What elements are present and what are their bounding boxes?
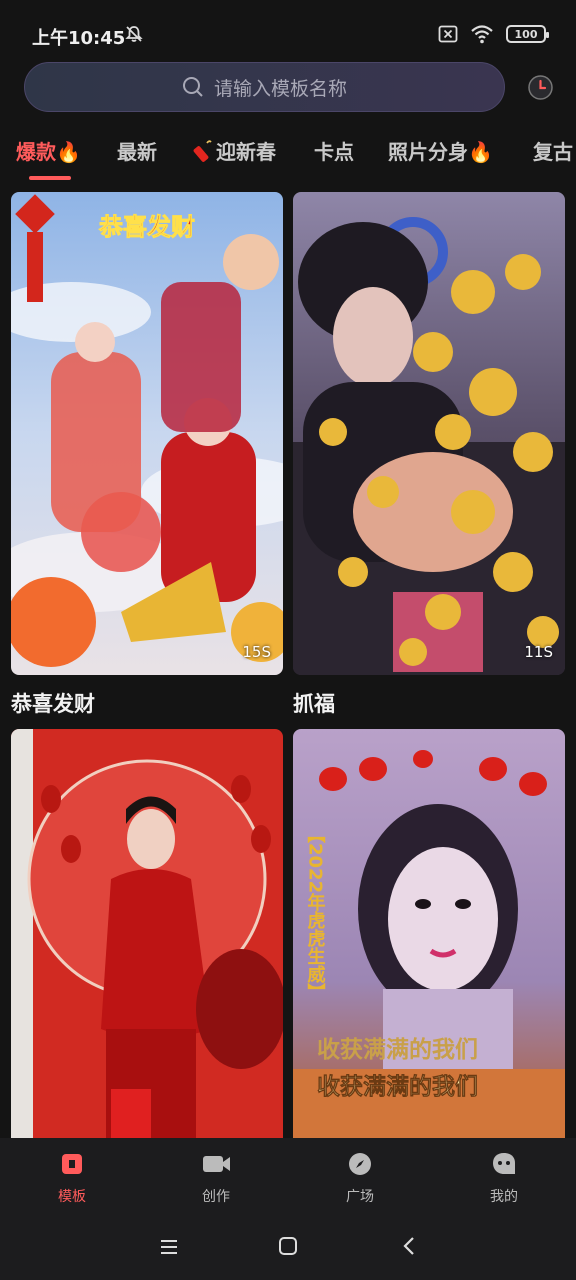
template-title[interactable]: 抓福 <box>293 688 335 718</box>
active-tab-indicator <box>29 176 71 180</box>
duration-label: 11S <box>524 643 553 661</box>
status-time: 上午10:45 <box>32 28 126 49</box>
card-overlay-text: 收获满满的我们 <box>317 1073 478 1100</box>
profile-icon <box>493 1153 515 1174</box>
bottom-navigation: 模板 创作 广场 我的 <box>0 1138 576 1216</box>
card-overlay-text: 恭喜发财 <box>98 213 195 241</box>
back-icon[interactable] <box>400 1236 420 1256</box>
battery-icon: 100 <box>506 25 549 43</box>
history-icon[interactable] <box>527 74 554 101</box>
sim-missing-icon <box>438 25 458 43</box>
search-placeholder: 请输入模板名称 <box>213 77 347 100</box>
template-thumbnail-image <box>11 729 283 1149</box>
category-tabs: 爆款🔥 最新 迎新春 卡点 照片分身🔥 复古 <box>0 136 576 180</box>
template-thumbnail-image <box>293 192 565 675</box>
template-thumbnail-image: 【2022年虎虎生威】 收获满满的我们 收获满满的我们 <box>293 729 565 1149</box>
tab-label: 卡点 <box>314 140 354 164</box>
tab-label: 爆款 <box>16 140 56 164</box>
nav-label: 模板 <box>58 1189 86 1205</box>
battery-level: 100 <box>514 27 538 41</box>
nav-label: 我的 <box>490 1189 518 1205</box>
tab-latest[interactable]: 最新 <box>117 136 157 165</box>
notifications-off-icon <box>125 26 143 42</box>
wifi-icon <box>471 25 493 44</box>
template-card-thumbnail[interactable]: 恭喜发财 15S <box>11 192 283 675</box>
tab-label: 照片分身 <box>388 140 468 164</box>
nav-plaza[interactable]: 广场 <box>320 1152 400 1206</box>
tab-retro[interactable]: 复古 <box>533 136 573 165</box>
search-icon <box>182 77 203 97</box>
tab-label: 复古 <box>533 140 573 164</box>
duration-label: 15S <box>242 643 271 661</box>
menu-icon[interactable] <box>159 1237 179 1257</box>
tab-photo-clone[interactable]: 照片分身🔥 <box>388 136 493 165</box>
fire-icon: 🔥 <box>56 140 81 164</box>
system-navigation-bar <box>0 1216 576 1280</box>
tab-new-year[interactable]: 迎新春 <box>192 136 276 165</box>
search-input[interactable]: 请输入模板名称 <box>24 62 505 112</box>
home-icon[interactable] <box>278 1236 298 1256</box>
template-title[interactable]: 恭喜发财 <box>11 688 95 718</box>
nav-templates[interactable]: 模板 <box>32 1152 112 1206</box>
compass-icon <box>349 1153 371 1175</box>
fire-icon: 🔥 <box>468 140 493 164</box>
template-thumbnail-image: 恭喜发财 <box>11 192 283 675</box>
nav-profile[interactable]: 我的 <box>464 1152 544 1206</box>
nav-label: 广场 <box>346 1189 374 1205</box>
template-card-thumbnail[interactable]: 【2022年虎虎生威】 收获满满的我们 收获满满的我们 <box>293 729 565 1149</box>
nav-label: 创作 <box>202 1189 230 1205</box>
nav-create[interactable]: 创作 <box>176 1152 256 1206</box>
tab-beat-sync[interactable]: 卡点 <box>314 136 354 165</box>
video-camera-icon <box>203 1156 230 1172</box>
status-bar: 上午10:45 100 <box>0 0 576 60</box>
tab-label: 迎新春 <box>216 140 276 164</box>
template-card-thumbnail[interactable]: 11S <box>293 192 565 675</box>
firecracker-icon <box>193 140 212 162</box>
card-overlay-text: 【2022年虎虎生威】 <box>305 825 326 1001</box>
template-card-thumbnail[interactable] <box>11 729 283 1149</box>
tab-hot[interactable]: 爆款🔥 <box>16 136 81 165</box>
template-icon <box>62 1154 82 1174</box>
card-overlay-text: 收获满满的我们 <box>317 1036 478 1063</box>
tab-label: 最新 <box>117 140 157 164</box>
